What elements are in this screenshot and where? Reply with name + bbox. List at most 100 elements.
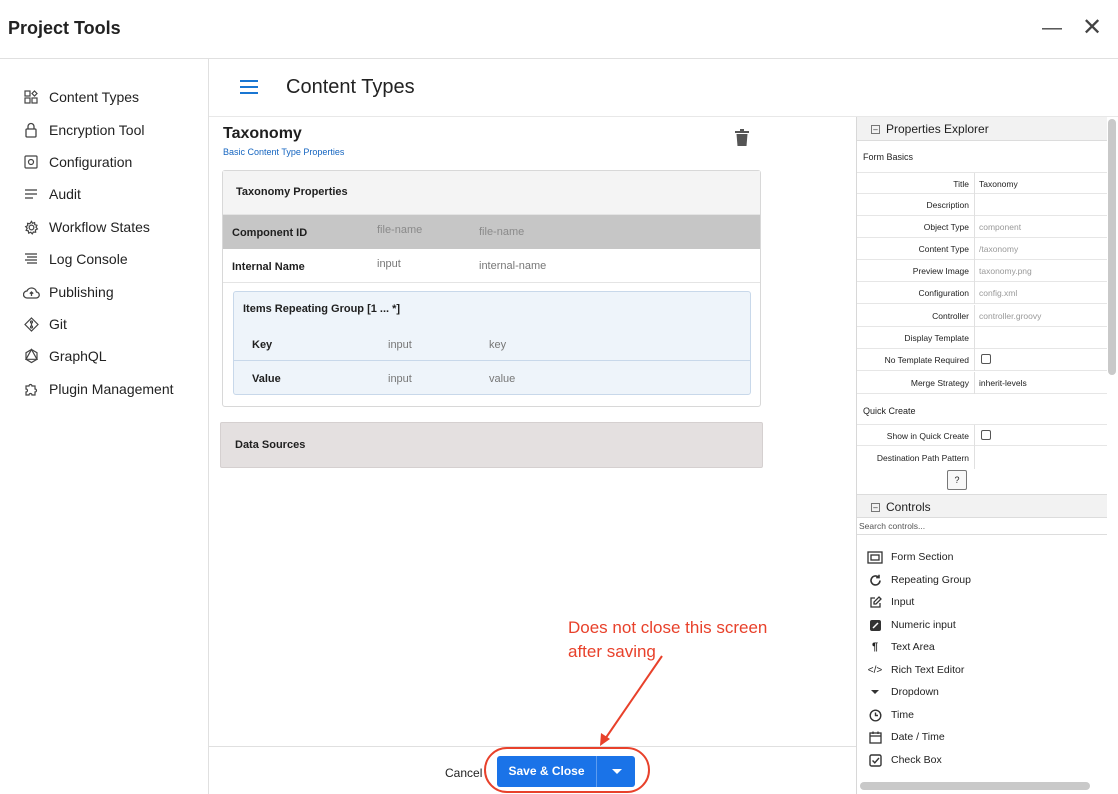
main-header: Content Types bbox=[209, 59, 1118, 117]
prop-value[interactable]: taxonomy.png bbox=[974, 260, 1106, 282]
sidebar-item-publishing[interactable]: Publishing bbox=[22, 280, 114, 304]
no-template-required-checkbox[interactable] bbox=[981, 354, 991, 364]
sidebar-item-plugin-management[interactable]: Plugin Management bbox=[22, 377, 174, 401]
properties-explorer-header[interactable]: – Properties Explorer bbox=[857, 117, 1107, 141]
prop-value[interactable]: inherit-levels bbox=[974, 372, 1106, 394]
close-icon[interactable]: ✕ bbox=[1080, 16, 1104, 40]
sidebar-item-configuration[interactable]: Configuration bbox=[22, 150, 132, 174]
prop-label: Configuration bbox=[918, 288, 969, 298]
prop-label: Merge Strategy bbox=[910, 378, 969, 388]
prop-label: No Template Required bbox=[884, 355, 969, 365]
prop-value[interactable]: component bbox=[974, 216, 1106, 238]
control-date-time[interactable]: Date / Time bbox=[867, 728, 945, 746]
basic-properties-link[interactable]: Basic Content Type Properties bbox=[223, 147, 344, 157]
graphql-icon bbox=[22, 347, 40, 365]
sidebar-item-label: Git bbox=[49, 316, 67, 332]
collapse-icon[interactable]: – bbox=[871, 503, 880, 512]
form-section-icon bbox=[867, 550, 883, 564]
control-rich-text-editor[interactable]: </> Rich Text Editor bbox=[867, 661, 965, 679]
prop-row-object-type[interactable]: Object Type component bbox=[857, 216, 1107, 238]
sidebar-item-label: Content Types bbox=[49, 89, 140, 105]
control-check-box[interactable]: Check Box bbox=[867, 751, 942, 769]
vertical-scrollbar[interactable] bbox=[1108, 119, 1116, 375]
group-field-row-value[interactable]: Value input value bbox=[234, 361, 750, 395]
prop-label: Preview Image bbox=[912, 266, 969, 276]
caret-down-icon bbox=[867, 685, 883, 699]
field-type: input bbox=[388, 339, 412, 351]
sidebar-item-graphql[interactable]: GraphQL bbox=[22, 344, 107, 368]
form-basics-label: Form Basics bbox=[863, 152, 914, 162]
prop-value[interactable]: Taxonomy bbox=[974, 173, 1106, 195]
control-numeric-input[interactable]: Numeric input bbox=[867, 616, 956, 634]
prop-value[interactable]: controller.groovy bbox=[974, 305, 1106, 327]
prop-value bbox=[974, 349, 1106, 371]
help-icon[interactable]: ? bbox=[947, 470, 967, 490]
search-controls-input[interactable]: Search controls... bbox=[857, 518, 1107, 535]
prop-row-description[interactable]: Description bbox=[857, 194, 1107, 216]
prop-value[interactable] bbox=[974, 327, 1106, 349]
repeating-group-title: Items Repeating Group [1 ... *] bbox=[243, 303, 401, 315]
control-label: Date / Time bbox=[891, 731, 945, 743]
taxonomy-properties-section[interactable]: Taxonomy Properties Component ID file-na… bbox=[222, 170, 761, 407]
minimize-icon[interactable]: — bbox=[1040, 16, 1064, 40]
prop-row-title[interactable]: Title Taxonomy bbox=[857, 172, 1107, 195]
prop-row-no-template-required[interactable]: No Template Required bbox=[857, 349, 1107, 371]
trash-icon[interactable] bbox=[735, 129, 749, 147]
prop-value[interactable] bbox=[974, 194, 1106, 216]
control-input[interactable]: Input bbox=[867, 593, 914, 611]
collapse-icon[interactable]: – bbox=[871, 125, 880, 134]
control-label: Numeric input bbox=[891, 619, 956, 631]
field-id: file-name bbox=[479, 226, 525, 238]
sidebar: Content Types Encryption Tool Configurat… bbox=[0, 59, 209, 794]
control-dropdown[interactable]: Dropdown bbox=[867, 683, 939, 701]
prop-row-display-template[interactable]: Display Template bbox=[857, 327, 1107, 349]
show-in-quick-create-checkbox[interactable] bbox=[981, 430, 991, 440]
prop-value[interactable]: /taxonomy bbox=[974, 238, 1106, 260]
control-label: Rich Text Editor bbox=[891, 664, 965, 676]
checkbox-icon bbox=[867, 753, 883, 767]
lock-icon bbox=[22, 121, 40, 139]
field-row-component-id[interactable]: Component ID file-name file-name bbox=[223, 215, 760, 249]
prop-row-controller[interactable]: Controller controller.groovy bbox=[857, 305, 1107, 327]
prop-row-configuration[interactable]: Configuration config.xml bbox=[857, 282, 1107, 304]
horizontal-scrollbar[interactable] bbox=[860, 782, 1090, 790]
annotation-line-2: after saving bbox=[568, 642, 656, 661]
prop-row-content-type[interactable]: Content Type /taxonomy bbox=[857, 238, 1107, 260]
sidebar-item-audit[interactable]: Audit bbox=[22, 182, 81, 206]
repeating-group[interactable]: Items Repeating Group [1 ... *] Key inpu… bbox=[233, 291, 751, 395]
group-field-row-key[interactable]: Key input key bbox=[234, 327, 750, 361]
sidebar-item-workflow-states[interactable]: Workflow States bbox=[22, 215, 150, 239]
controls-header[interactable]: – Controls bbox=[857, 494, 1107, 518]
prop-value[interactable]: config.xml bbox=[974, 282, 1106, 304]
panel-title: Controls bbox=[886, 500, 931, 514]
control-label: Form Section bbox=[891, 551, 954, 563]
sidebar-item-log-console[interactable]: Log Console bbox=[22, 247, 128, 271]
menu-icon[interactable] bbox=[240, 80, 258, 96]
prop-label: Content Type bbox=[918, 244, 969, 254]
cloud-upload-icon bbox=[22, 283, 40, 301]
prop-row-destination-path-pattern[interactable]: Destination Path Pattern bbox=[857, 447, 1107, 471]
control-label: Check Box bbox=[891, 754, 942, 766]
field-row-internal-name[interactable]: Internal Name input internal-name bbox=[223, 249, 760, 283]
prop-label: Object Type bbox=[923, 222, 969, 232]
prop-value[interactable] bbox=[974, 447, 1106, 469]
section-title: Taxonomy Properties bbox=[223, 171, 760, 215]
sidebar-item-content-types[interactable]: Content Types bbox=[22, 85, 139, 109]
control-text-area[interactable]: ¶ Text Area bbox=[867, 638, 935, 656]
sidebar-item-encryption-tool[interactable]: Encryption Tool bbox=[22, 118, 144, 142]
field-label: Component ID bbox=[232, 227, 308, 239]
puzzle-icon bbox=[22, 380, 40, 398]
control-time[interactable]: Time bbox=[867, 706, 914, 724]
control-form-section[interactable]: Form Section bbox=[867, 548, 953, 566]
prop-row-merge-strategy[interactable]: Merge Strategy inherit-levels bbox=[857, 372, 1107, 394]
control-repeating-group[interactable]: Repeating Group bbox=[867, 571, 971, 589]
field-label: Key bbox=[252, 339, 273, 351]
cancel-button[interactable]: Cancel bbox=[445, 766, 482, 780]
prop-row-show-in-quick-create[interactable]: Show in Quick Create bbox=[857, 424, 1107, 447]
sidebar-item-label: Configuration bbox=[49, 154, 133, 170]
prop-row-preview-image[interactable]: Preview Image taxonomy.png bbox=[857, 260, 1107, 282]
data-sources-section[interactable]: Data Sources bbox=[220, 422, 763, 468]
code-icon: </> bbox=[867, 664, 883, 676]
numeric-icon bbox=[867, 618, 883, 632]
sidebar-item-git[interactable]: Git bbox=[22, 312, 67, 336]
